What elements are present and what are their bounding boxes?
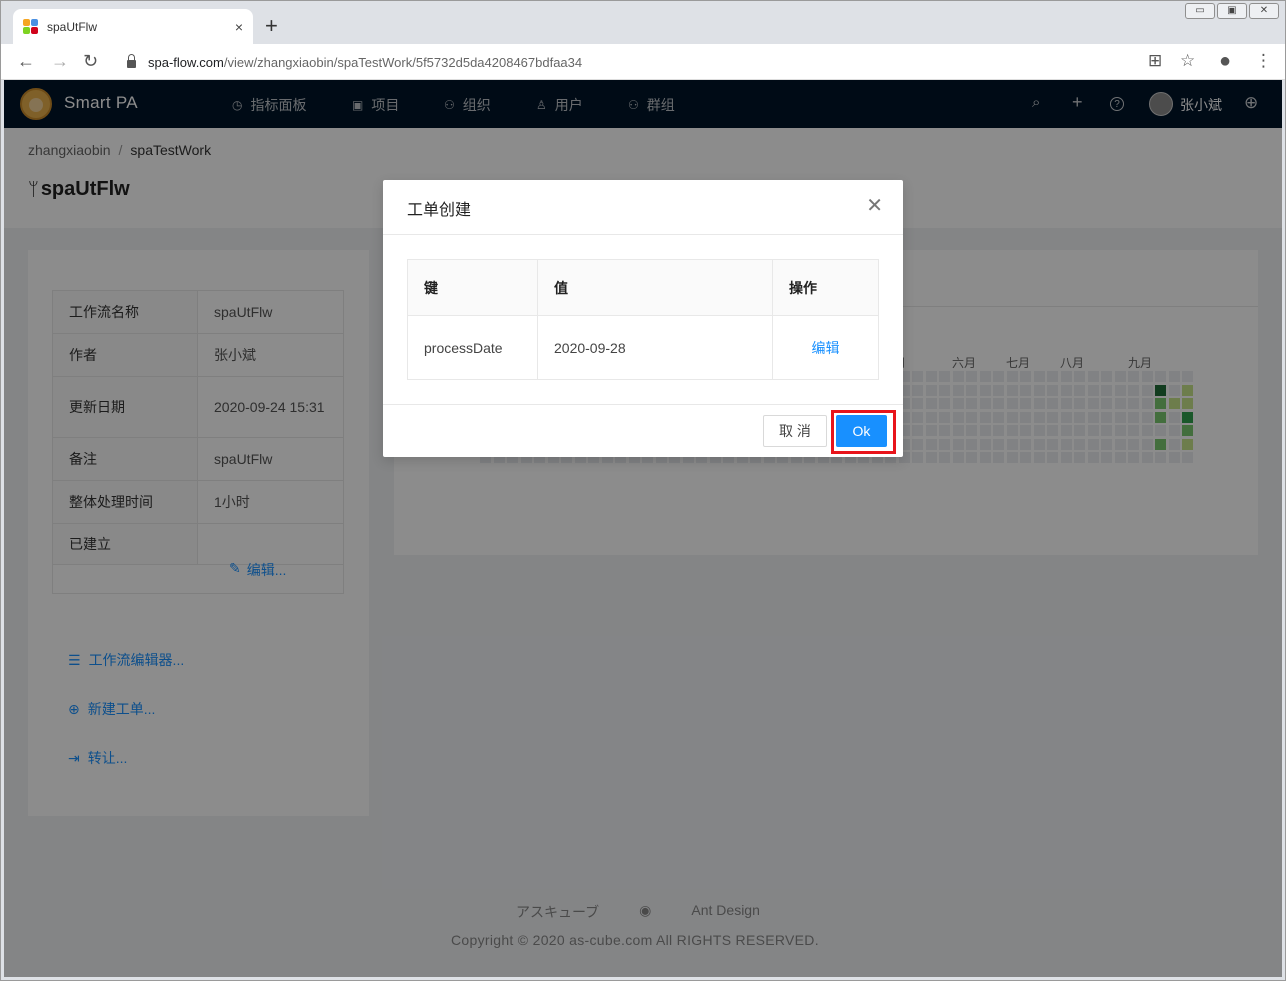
new-tab-button[interactable]: + [265,15,278,37]
minimize-button[interactable]: ▭ [1185,3,1215,19]
cancel-button[interactable]: 取 消 [763,415,827,447]
close-window-button[interactable]: ✕ [1249,3,1279,19]
back-button[interactable]: ← [17,52,35,70]
restore-button[interactable]: ▣ [1217,3,1247,19]
ok-button[interactable]: Ok [836,415,887,447]
modal-title: 工单创建 [407,202,472,219]
tab-title: spaUtFlw [47,19,98,34]
browser-menu-icon[interactable]: ⋮ [1255,52,1272,70]
tab-bar: spaUtFlw × + ▭ ▣ ✕ [1,1,1285,44]
url-host: spa-flow.com [148,54,224,70]
url-path: /view/zhangxiaobin/spaTestWork/5f5732d5d… [223,54,583,70]
translate-icon[interactable]: ⊞ [1148,52,1162,70]
app-favicon-icon [23,18,39,35]
reload-button[interactable]: ↻ [83,52,98,70]
close-icon[interactable]: ✕ [866,196,883,216]
cell-key: processDate [407,315,538,380]
modal-footer: 取 消 Ok [383,404,903,457]
modal-body: 键 值 操作 processDate 2020-09-28 编辑 [383,235,903,404]
modal-header: 工单创建 ✕ [383,180,903,235]
table-row: processDate 2020-09-28 编辑 [407,315,879,380]
profile-icon[interactable]: ● [1219,51,1231,71]
url-text: spa-flow.com/view/zhangxiaobin/spaTestWo… [148,55,582,70]
column-header-value: 值 [537,259,773,316]
params-table: 键 值 操作 processDate 2020-09-28 编辑 [407,259,879,380]
address-bar[interactable]: spa-flow.com/view/zhangxiaobin/spaTestWo… [113,48,1213,76]
create-ticket-modal: 工单创建 ✕ 键 值 操作 processDate 2020-09-28 编辑 … [383,180,903,457]
bookmark-star-icon[interactable]: ☆ [1180,52,1195,70]
window-controls: ▭ ▣ ✕ [1185,3,1279,19]
lock-icon [127,54,136,68]
edit-row-link[interactable]: 编辑 [772,315,879,380]
table-header-row: 键 值 操作 [407,259,879,316]
browser-toolbar: ← → ↻ spa-flow.com/view/zhangxiaobin/spa… [1,44,1285,80]
tab-close-icon[interactable]: × [235,19,243,35]
forward-button[interactable]: → [51,52,69,70]
column-header-key: 键 [407,259,538,316]
browser-tab[interactable]: spaUtFlw × [13,9,253,44]
cell-value: 2020-09-28 [537,315,773,380]
column-header-action: 操作 [772,259,879,316]
